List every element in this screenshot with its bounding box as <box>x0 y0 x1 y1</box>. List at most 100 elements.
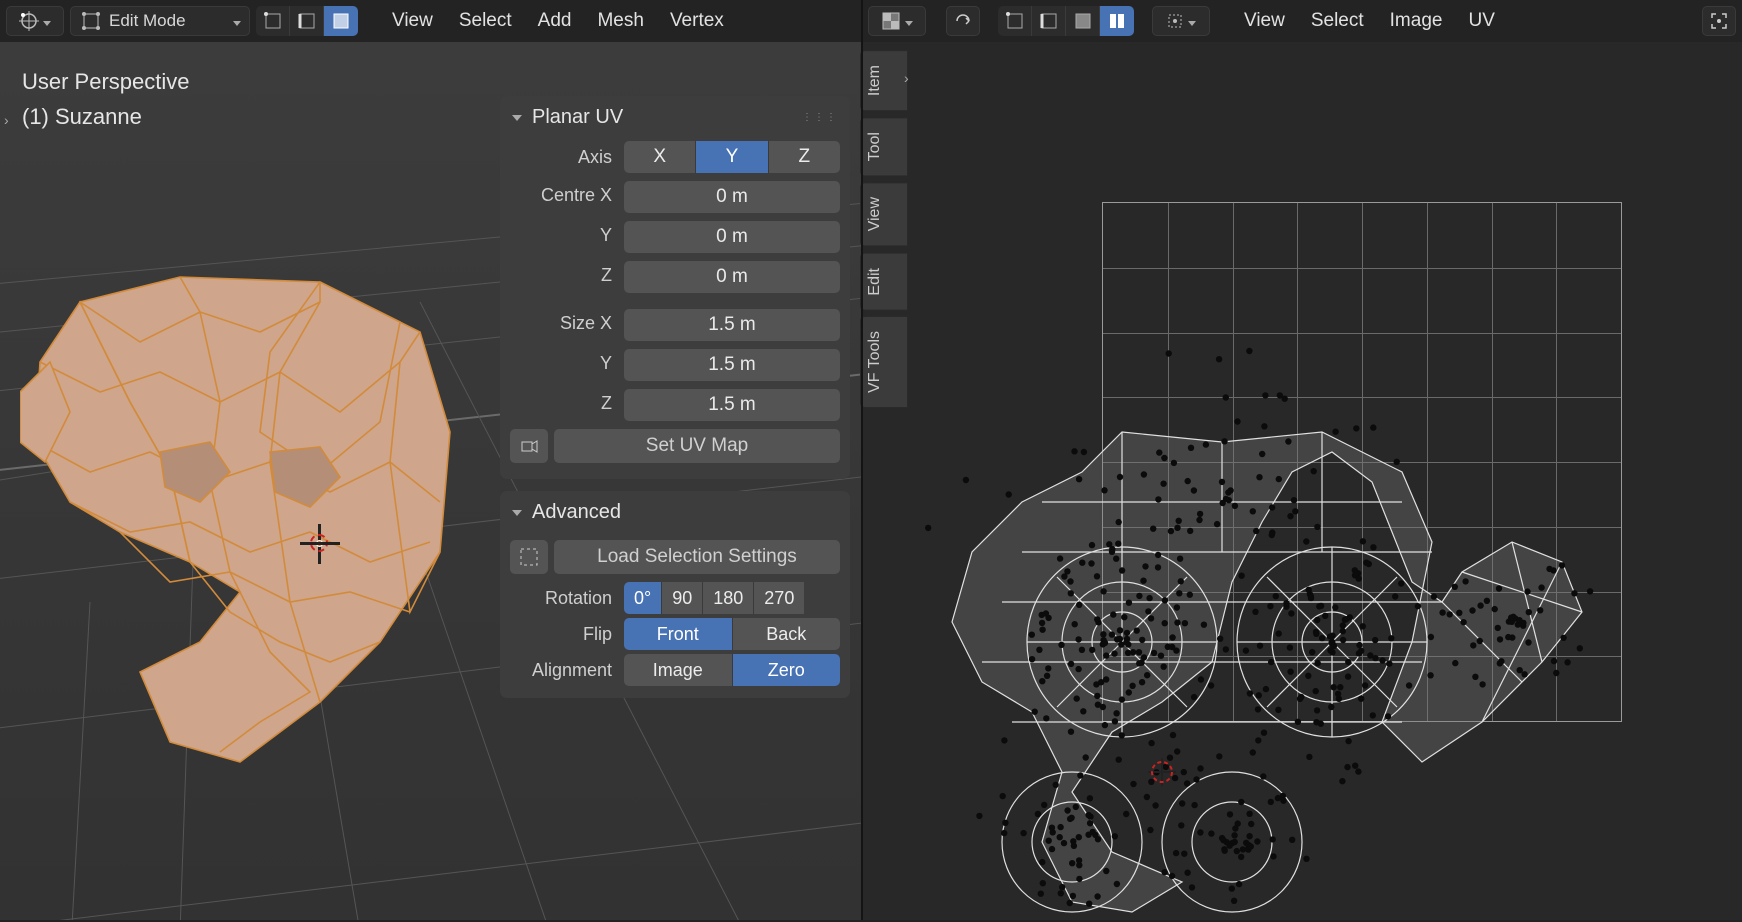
tab-item[interactable]: Item <box>860 50 908 111</box>
uv-sticky-select-dropdown[interactable] <box>1152 6 1210 36</box>
face-select-mode[interactable] <box>324 6 358 36</box>
alignment-image[interactable]: Image <box>624 654 733 686</box>
uv-toolbar-expand-chevron[interactable]: › <box>904 70 916 94</box>
pane-divider[interactable] <box>861 0 863 920</box>
uv-frame-all-button[interactable] <box>1702 6 1736 36</box>
uv-header: View Select Image UV <box>862 0 1742 42</box>
uv-menu-image[interactable]: Image <box>1380 6 1453 36</box>
face-mode-icon <box>1074 12 1092 30</box>
edge-mode-icon <box>1040 12 1058 30</box>
n-panel: Planar UV ⋮⋮⋮ Axis X Y Z Centre X 0 m <box>490 88 860 718</box>
uv-menu-uv[interactable]: UV <box>1458 6 1504 36</box>
menu-vertex[interactable]: Vertex <box>660 6 734 36</box>
rotation-180[interactable]: 180 <box>703 582 754 614</box>
camera-icon <box>519 436 539 456</box>
flip-selector: Front Back <box>624 618 840 650</box>
editor-type-dropdown[interactable] <box>6 6 64 36</box>
alignment-selector: Image Zero <box>624 654 840 686</box>
alignment-label: Alignment <box>500 660 620 681</box>
uv-menu-select[interactable]: Select <box>1301 6 1374 36</box>
centre-z-field[interactable]: 0 m <box>624 261 840 293</box>
uv-edge-mode[interactable] <box>1032 6 1066 36</box>
edit-mode-icon <box>81 11 101 31</box>
viewport-3d-pane: Edit Mode View Select Add Mesh Vertex <box>0 0 862 920</box>
uv-face-mode[interactable] <box>1066 6 1100 36</box>
menu-mesh[interactable]: Mesh <box>587 6 653 36</box>
size-z-field[interactable]: 1.5 m <box>624 389 840 421</box>
uv-viewport[interactable] <box>862 42 1742 920</box>
panel-planar-uv: Planar UV ⋮⋮⋮ Axis X Y Z Centre X 0 m <box>500 96 850 479</box>
mesh-suzanne <box>20 272 460 792</box>
set-uv-map-button[interactable]: Set UV Map <box>554 429 840 463</box>
tab-edit[interactable]: Edit <box>860 253 908 311</box>
axis-label: Axis <box>500 147 620 168</box>
rotation-0[interactable]: 0° <box>624 582 662 614</box>
cursor-3d-icon <box>300 524 340 564</box>
centre-z-label: Z <box>500 265 620 286</box>
size-y-field[interactable]: 1.5 m <box>624 349 840 381</box>
mode-select-label: Edit Mode <box>109 11 186 31</box>
chevron-down-icon <box>229 11 241 31</box>
flip-front[interactable]: Front <box>624 618 733 650</box>
mode-select-dropdown[interactable]: Edit Mode <box>70 6 250 36</box>
size-y-label: Y <box>500 353 620 374</box>
camera-view-button[interactable] <box>510 429 548 463</box>
uv-mesh-wireframe <box>862 122 1622 922</box>
rotation-270[interactable]: 270 <box>754 582 804 614</box>
tab-vf-tools[interactable]: VF Tools <box>860 316 908 408</box>
selection-icon <box>519 547 539 567</box>
axis-x[interactable]: X <box>624 141 696 173</box>
uv-vertex-mode[interactable] <box>998 6 1032 36</box>
tab-view[interactable]: View <box>860 182 908 246</box>
rotation-selector: 0° 90 180 270 <box>624 582 840 614</box>
uv-editor-pane: Item Tool View Edit VF Tools › View Sele… <box>862 0 1742 920</box>
sticky-icon <box>1166 12 1184 30</box>
centre-y-field[interactable]: 0 m <box>624 221 840 253</box>
vertex-select-mode[interactable] <box>256 6 290 36</box>
chevron-down-icon <box>512 115 522 121</box>
size-x-field[interactable]: 1.5 m <box>624 309 840 341</box>
viewport-header: Edit Mode View Select Add Mesh Vertex <box>0 0 862 42</box>
axis-selector: X Y Z <box>624 141 840 173</box>
uv-island-mode[interactable] <box>1100 6 1134 36</box>
load-selection-button[interactable]: Load Selection Settings <box>554 540 840 574</box>
panel-title: Planar UV <box>532 106 623 129</box>
chevron-down-icon <box>512 510 522 516</box>
view-perspective-label: User Perspective <box>22 64 190 99</box>
viewport-3d-area[interactable]: User Perspective (1) Suzanne › Planar UV… <box>0 42 862 920</box>
viewport-overlay-text: User Perspective (1) Suzanne <box>22 64 190 134</box>
alignment-zero[interactable]: Zero <box>733 654 841 686</box>
menu-select[interactable]: Select <box>449 6 522 36</box>
crosshair-icon <box>19 11 39 31</box>
face-mode-icon <box>332 12 350 30</box>
sync-icon <box>954 12 972 30</box>
flip-back[interactable]: Back <box>733 618 841 650</box>
tab-tool[interactable]: Tool <box>860 117 908 176</box>
uv-select-mode-toggle <box>998 6 1134 36</box>
toolbar-expand-chevron[interactable]: › <box>4 112 16 136</box>
active-object-label: (1) Suzanne <box>22 99 190 134</box>
vertex-mode-icon <box>264 12 282 30</box>
load-icon-button[interactable] <box>510 540 548 574</box>
island-mode-icon <box>1108 12 1126 30</box>
axis-z[interactable]: Z <box>769 141 840 173</box>
uv-editor-type-dropdown[interactable] <box>868 6 926 36</box>
size-z-label: Z <box>500 393 620 414</box>
panel-header-advanced[interactable]: Advanced <box>500 491 850 534</box>
centre-y-label: Y <box>500 225 620 246</box>
uv-menu-view[interactable]: View <box>1234 6 1295 36</box>
flip-label: Flip <box>500 624 620 645</box>
npanel-tabs: Item Tool View Edit VF Tools <box>860 50 908 408</box>
centre-x-field[interactable]: 0 m <box>624 181 840 213</box>
panel-title-advanced: Advanced <box>532 501 621 524</box>
rotation-90[interactable]: 90 <box>662 582 703 614</box>
edge-mode-icon <box>298 12 316 30</box>
axis-y[interactable]: Y <box>696 141 768 173</box>
menu-add[interactable]: Add <box>528 6 582 36</box>
edge-select-mode[interactable] <box>290 6 324 36</box>
chevron-down-icon <box>901 11 913 31</box>
panel-header-planar-uv[interactable]: Planar UV ⋮⋮⋮ <box>500 96 850 139</box>
drag-handle-icon[interactable]: ⋮⋮⋮ <box>802 112 838 123</box>
menu-view[interactable]: View <box>382 6 443 36</box>
uv-sync-selection[interactable] <box>946 6 980 36</box>
